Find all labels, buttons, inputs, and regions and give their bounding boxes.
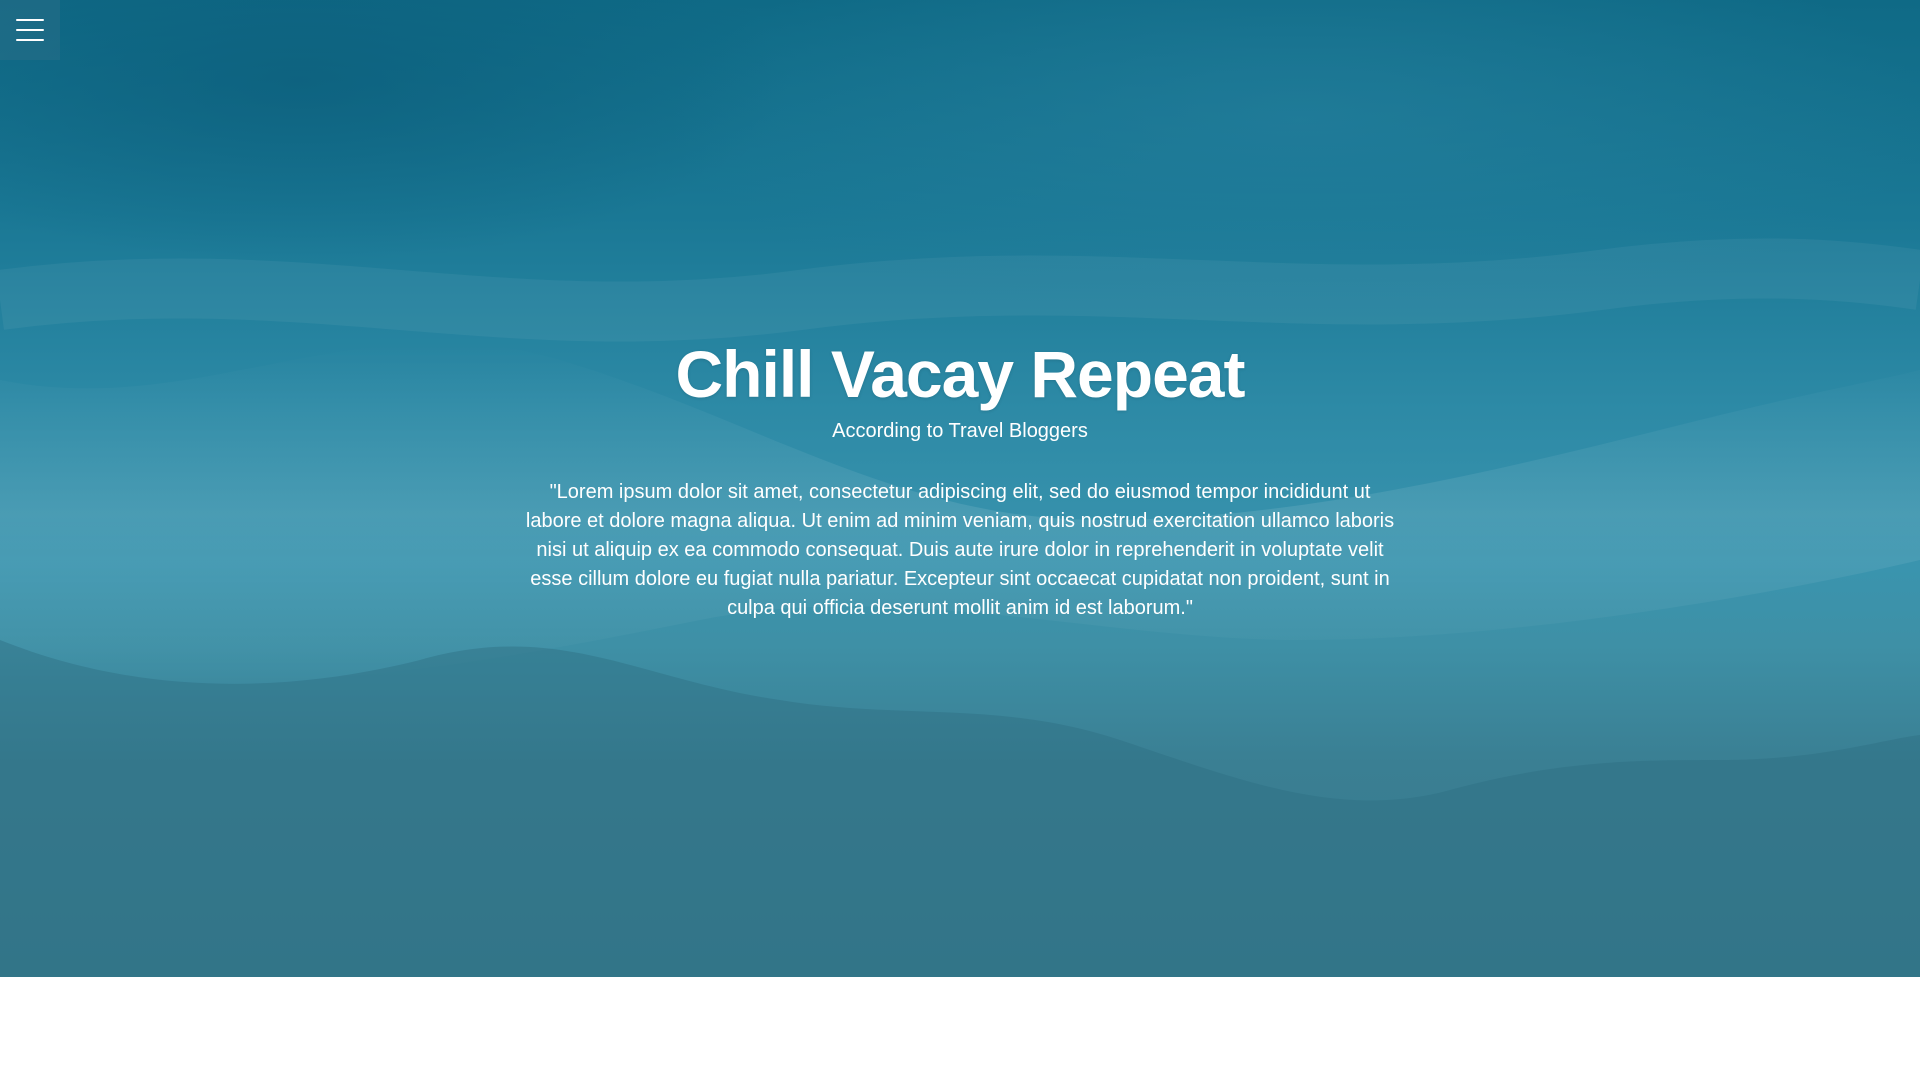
hamburger-menu-icon-bar bbox=[16, 39, 44, 41]
hero-section: Chill Vacay Repeat According to Travel B… bbox=[0, 0, 1920, 977]
hamburger-menu-icon bbox=[16, 19, 44, 21]
hero-content: Chill Vacay Repeat According to Travel B… bbox=[0, 330, 1920, 623]
hamburger-menu-icon-bar bbox=[16, 29, 44, 31]
page-subtitle: According to Travel Bloggers bbox=[832, 420, 1088, 442]
menu-button[interactable] bbox=[0, 0, 60, 60]
page-title: Chill Vacay Repeat bbox=[675, 337, 1246, 411]
hero-quote: "Lorem ipsum dolor sit amet, consectetur… bbox=[525, 481, 1395, 619]
